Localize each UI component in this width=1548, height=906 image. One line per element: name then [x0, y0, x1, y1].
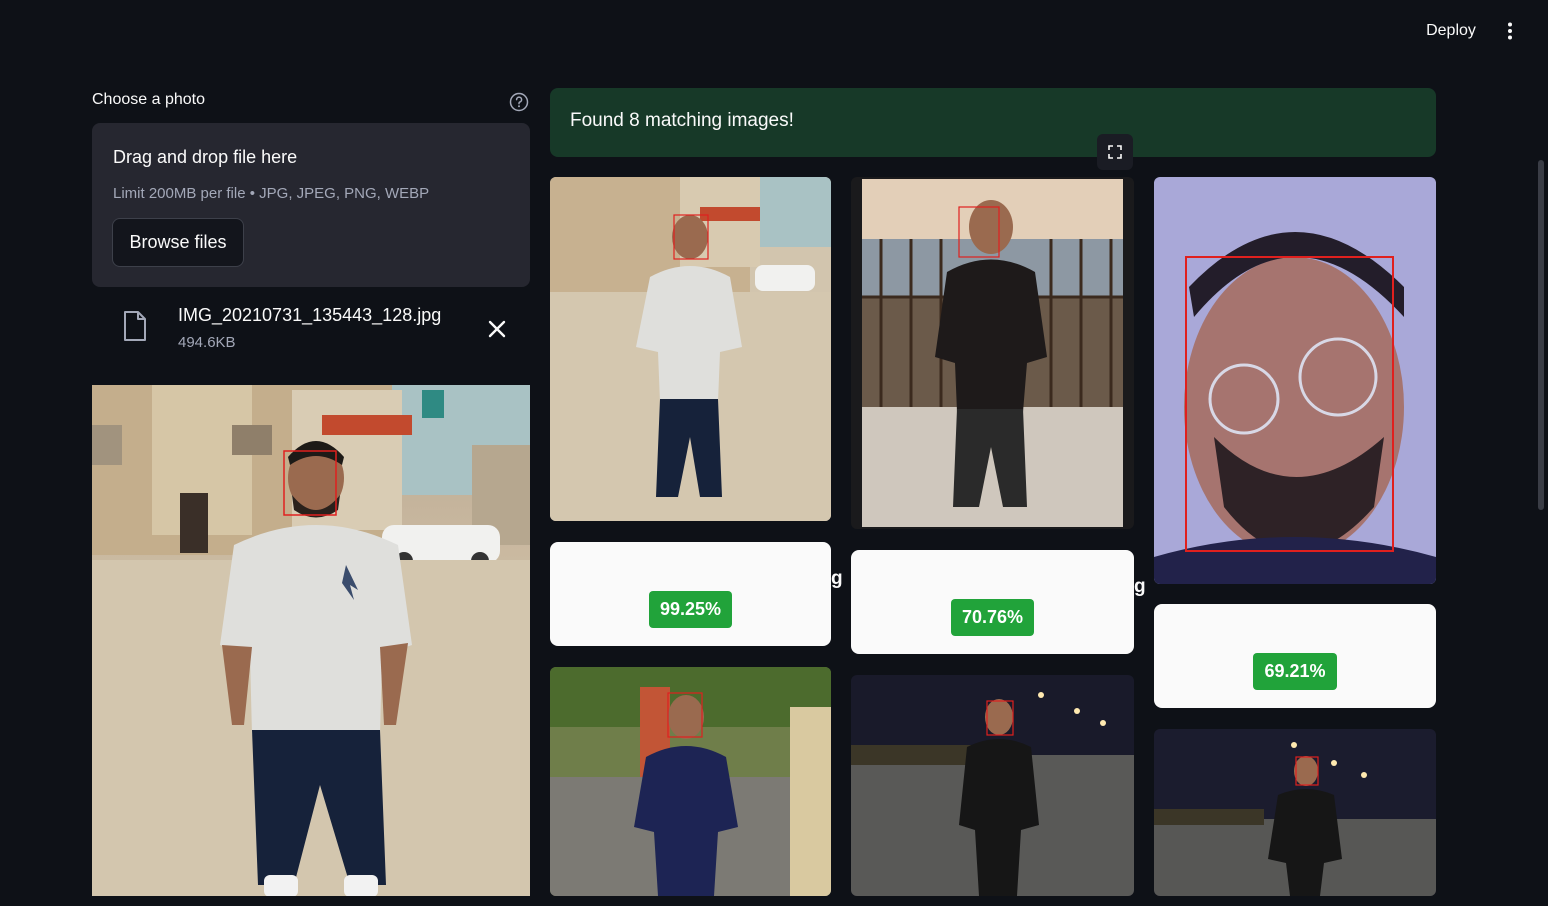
score-badge: 69.21% — [1253, 653, 1337, 690]
dropzone-limit-text: Limit 200MB per file • JPG, JPEG, PNG, W… — [113, 185, 430, 202]
uploaded-file-row: IMG_20210731_135443_128.jpg 494.6KB — [92, 298, 530, 356]
result-image-4 — [550, 667, 831, 896]
vertical-ellipsis-icon — [1508, 22, 1512, 40]
fullscreen-icon — [1108, 145, 1122, 159]
file-name: IMG_20210731_135443_128.jpg — [178, 305, 442, 325]
score-badge: 99.25% — [648, 591, 733, 628]
fullscreen-button[interactable] — [1097, 134, 1133, 170]
file-dropzone[interactable]: Drag and drop file here Limit 200MB per … — [92, 123, 530, 287]
success-message: Found 8 matching images! — [570, 110, 794, 131]
browse-files-button[interactable]: Browse files — [112, 218, 244, 267]
result-image-3 — [1154, 177, 1436, 584]
file-icon — [124, 311, 146, 341]
close-icon[interactable] — [486, 318, 508, 340]
result-image-2 — [851, 177, 1134, 529]
page-bottom-edge — [0, 896, 1548, 906]
truncated-caption-glyph: g — [831, 568, 843, 589]
main-menu-button[interactable] — [1496, 16, 1524, 46]
uploader-label: Choose a photo — [92, 91, 205, 108]
file-size: 494.6KB — [178, 334, 236, 351]
deploy-button[interactable]: Deploy — [1412, 16, 1490, 46]
success-banner: Found 8 matching images! — [550, 88, 1436, 157]
score-card-1: 99.25% — [550, 542, 831, 646]
result-image-6 — [1154, 729, 1436, 896]
result-image-5 — [851, 675, 1134, 896]
score-card-2: 70.76% — [851, 550, 1134, 654]
uploaded-photo — [92, 385, 530, 906]
score-badge: 70.76% — [950, 599, 1035, 636]
dropzone-title: Drag and drop file here — [113, 147, 298, 167]
result-image-1 — [550, 177, 831, 521]
question-circle-icon[interactable] — [509, 92, 529, 112]
score-card-3: 69.21% — [1154, 604, 1436, 708]
truncated-caption-glyph: g — [1134, 576, 1146, 597]
page-scrollbar[interactable] — [1538, 160, 1544, 510]
